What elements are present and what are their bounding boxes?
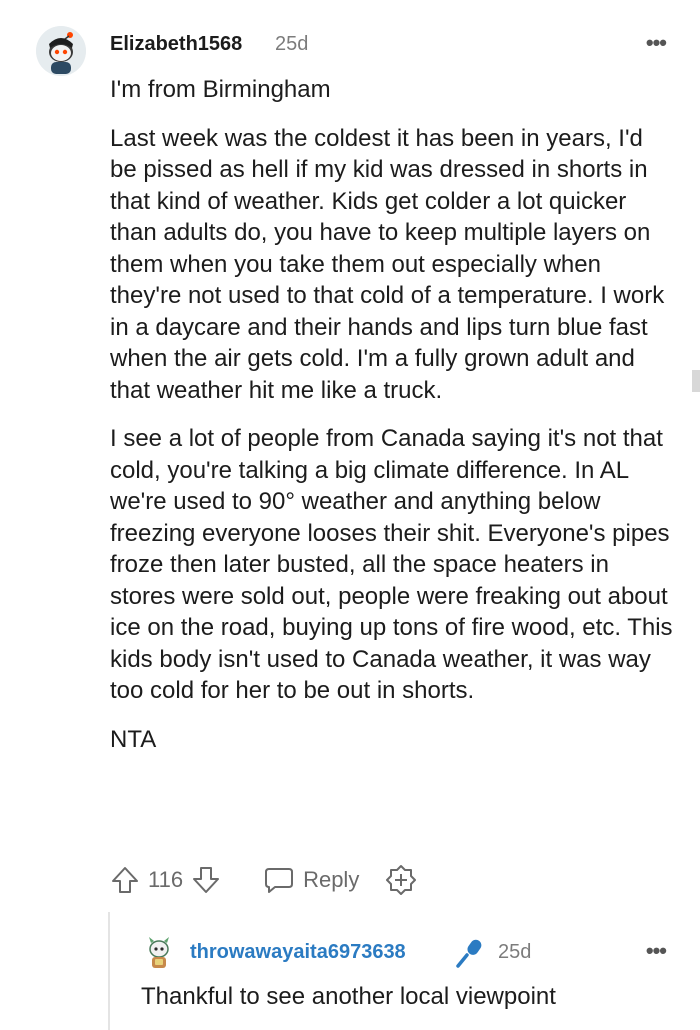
award-button[interactable]: [385, 864, 417, 896]
scrollbar-thumb[interactable]: [692, 370, 700, 392]
award-icon: [386, 865, 417, 895]
reply-age: 25d: [498, 941, 532, 963]
reply-button[interactable]: Reply: [263, 865, 359, 895]
upvote-icon: [112, 867, 138, 893]
upvote-button[interactable]: [110, 865, 140, 895]
comment-age: 25d: [275, 33, 309, 55]
reply-label: Reply: [303, 867, 360, 892]
snoo-avatar-icon: [149, 937, 169, 968]
vote-score: 116: [148, 867, 184, 892]
comment-actions: 116 Reply: [110, 860, 417, 900]
reply-bubble-icon: [265, 868, 294, 893]
thread-line[interactable]: [108, 912, 110, 1030]
downvote-icon: [193, 867, 220, 893]
user-avatar[interactable]: [36, 26, 86, 76]
downvote-button[interactable]: [191, 865, 221, 895]
comment-body: I'm from Birmingham Last week was the co…: [110, 74, 675, 772]
comment-paragraph: I'm from Birmingham: [110, 76, 331, 103]
reply-username[interactable]: throwawayaita6973638: [190, 941, 406, 964]
comment-username[interactable]: Elizabeth1568: [110, 33, 242, 56]
microphone-icon: [452, 936, 486, 975]
comment-paragraph: Last week was the coldest it has been in…: [110, 124, 665, 404]
more-options-button[interactable]: •••: [646, 30, 667, 56]
reply-body: Thankful to see another local viewpoint: [141, 983, 556, 1010]
comment-paragraph: I see a lot of people from Canada saying…: [110, 425, 673, 704]
comment-paragraph: NTA: [110, 725, 157, 753]
reply-more-options-button[interactable]: •••: [646, 938, 667, 964]
reply-user-avatar[interactable]: [141, 935, 177, 971]
snoo-avatar-icon: [36, 26, 86, 76]
